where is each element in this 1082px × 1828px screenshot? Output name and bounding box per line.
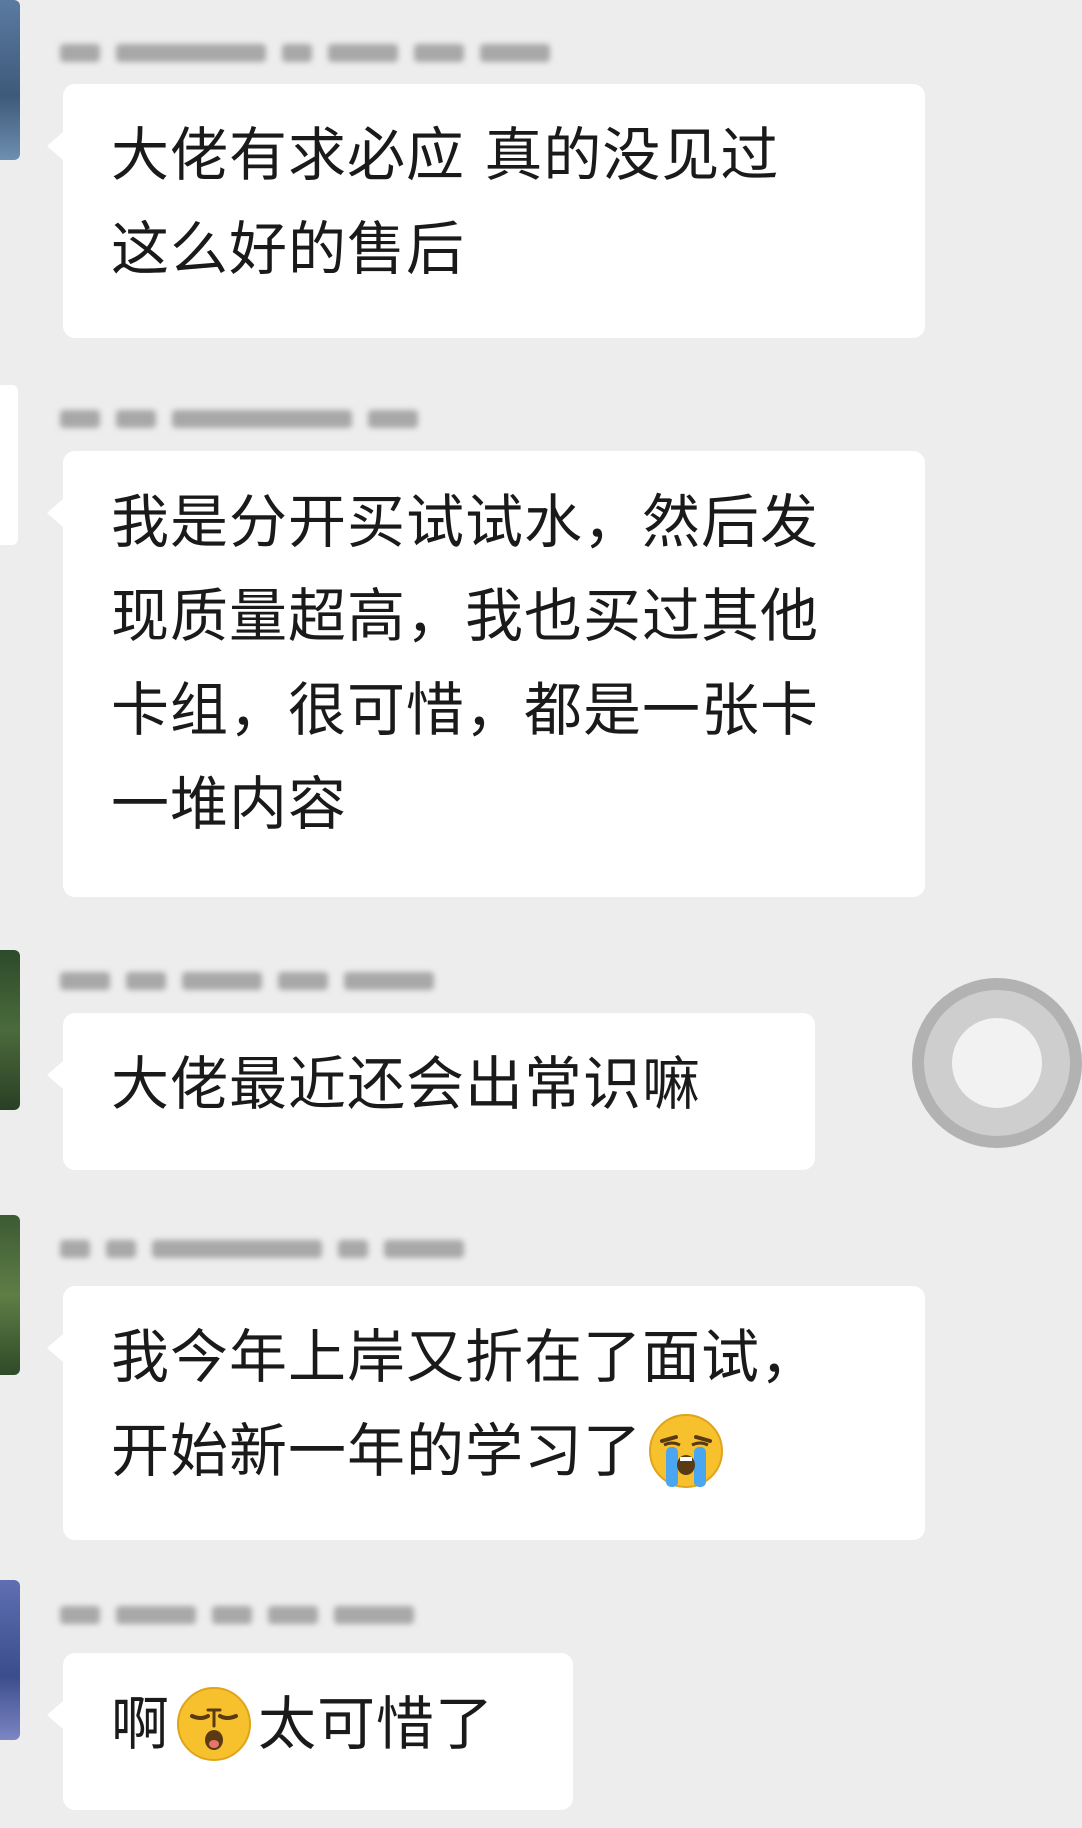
message-text: 大佬最近还会出常识嘛 <box>111 1050 702 1118</box>
message-bubble[interactable]: 啊 太可惜了 <box>47 1653 573 1810</box>
message-text: 一堆内容 <box>111 770 348 838</box>
message-text: 卡组，很可惜，都是一张卡 <box>111 676 820 744</box>
avatar[interactable] <box>0 950 20 1110</box>
message-text: 我是分开买试试水，然后发 <box>111 488 820 556</box>
message-text: 开始新一年的学习了 <box>111 1417 643 1485</box>
message-text: 太可惜了 <box>258 1690 495 1758</box>
sleepy-face-icon <box>177 1686 252 1761</box>
floating-button-core <box>952 1018 1042 1108</box>
sender-name-blurred <box>60 30 550 76</box>
message-bubble[interactable]: 大佬有求必应 真的没见过 这么好的售后 <box>47 84 925 338</box>
sender-name-blurred <box>60 1226 464 1272</box>
avatar[interactable] <box>0 385 18 545</box>
avatar[interactable] <box>0 1580 20 1740</box>
avatar[interactable] <box>0 0 20 160</box>
message-bubble[interactable]: 我今年上岸又折在了面试， 开始新一年的学习了 <box>47 1286 925 1540</box>
message-text: 现质量超高，我也买过其他 <box>111 582 820 650</box>
sender-name-blurred <box>60 958 434 1004</box>
loudly-crying-face-icon <box>649 1413 724 1488</box>
chat-window: 大佬有求必应 真的没见过 这么好的售后 我是分开买试试水，然后发 现质量超高，我… <box>0 0 1082 1828</box>
message-text: 我今年上岸又折在了面试， <box>111 1323 820 1391</box>
message-text: 这么好的售后 <box>111 215 466 283</box>
message-text: 大佬有求必应 真的没见过 <box>111 121 780 189</box>
avatar[interactable] <box>0 1215 20 1375</box>
message-bubble[interactable]: 大佬最近还会出常识嘛 <box>47 1013 815 1170</box>
message-text: 啊 <box>111 1690 171 1758</box>
sender-name-blurred <box>60 1592 414 1638</box>
message-bubble[interactable]: 我是分开买试试水，然后发 现质量超高，我也买过其他 卡组，很可惜，都是一张卡 一… <box>47 451 925 897</box>
sender-name-blurred <box>60 396 418 442</box>
floating-assistive-button[interactable] <box>912 978 1082 1148</box>
